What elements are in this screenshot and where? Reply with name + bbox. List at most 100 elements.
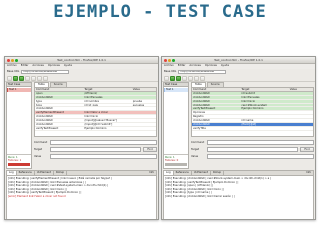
- log-tab[interactable]: Reference: [174, 171, 192, 175]
- menu-item[interactable]: Archivo: [7, 64, 17, 67]
- menu-item[interactable]: Ayuda: [64, 64, 72, 67]
- rollup-icon[interactable]: [37, 75, 42, 81]
- log-tab[interactable]: Rollup: [54, 171, 68, 175]
- table-cell: type: [36, 103, 42, 107]
- table-cell: clickAndWait: [193, 103, 210, 107]
- table-cell: [132, 92, 156, 95]
- target-input[interactable]: [50, 147, 141, 152]
- table-cell: clickAndWait: [36, 123, 53, 126]
- table-row[interactable]: verifyTextPresent Ejemplo Dominio: [35, 127, 156, 131]
- table-cell: clickAndWait: [36, 115, 53, 119]
- test-case-panel: Test Case Test 1 Runs: 1 Failures: 1: [6, 82, 32, 169]
- toolbar: [5, 75, 158, 82]
- table-cell: id=nombre: [84, 99, 99, 103]
- slide-heading: Ejemplo - Test case: [53, 2, 267, 22]
- form-label: Command: [34, 140, 48, 144]
- table-cell: [289, 107, 313, 110]
- table-cell: link=Inicio: [84, 115, 99, 119]
- menu-item[interactable]: Ayuda: [221, 64, 229, 67]
- column-header: Command: [36, 88, 50, 91]
- target-input[interactable]: [207, 147, 298, 152]
- record-icon[interactable]: [43, 75, 48, 81]
- table-cell: [132, 107, 156, 110]
- test-case-item[interactable]: Test 1: [164, 88, 188, 92]
- selenium-ide-window-failing: Test_control.htm - Firefox/IDE 1.0.1 Arch…: [4, 56, 159, 220]
- table-cell: clickAndWait: [193, 91, 210, 95]
- table-cell: [289, 123, 313, 126]
- test-case-header: Test Case: [7, 83, 31, 87]
- menu-item[interactable]: Editar: [21, 64, 29, 67]
- table-cell: clickAndWait: [193, 99, 210, 103]
- table-cell: clickAndWait: [193, 123, 210, 126]
- play-icon[interactable]: [176, 75, 181, 81]
- table-cell: Ejemplo Dominio: [84, 126, 107, 130]
- value-input[interactable]: [207, 154, 314, 159]
- step-icon[interactable]: [31, 75, 36, 81]
- speed-slider-icon[interactable]: [7, 75, 12, 81]
- command-form: Command Target Find Value: [34, 137, 157, 160]
- run-summary: Runs: 1 Failures: 0: [164, 154, 188, 168]
- find-button[interactable]: Find: [143, 147, 157, 152]
- play-all-icon[interactable]: [170, 75, 175, 81]
- play-all-icon[interactable]: [13, 75, 18, 81]
- command-input[interactable]: [207, 140, 314, 145]
- menu-item[interactable]: Acciones: [189, 64, 200, 67]
- base-url-input[interactable]: http://localhost/whatsnew: [178, 70, 227, 74]
- play-icon[interactable]: [19, 75, 24, 81]
- table-cell: id=id_pais: [84, 103, 98, 107]
- table-cell: open: [36, 91, 43, 95]
- step-icon[interactable]: [188, 75, 193, 81]
- test-case-item[interactable]: Test 1: [7, 88, 31, 92]
- toolbar: [162, 75, 315, 82]
- menu-item[interactable]: Opciones: [48, 64, 60, 67]
- table-cell: [240, 115, 288, 118]
- table-cell: link=Valor a clicar: [84, 111, 108, 115]
- rollup-icon[interactable]: [194, 75, 199, 81]
- table-row[interactable]: verifyTitle: [192, 127, 313, 131]
- log-output: [info] Executing: |clickAndWait | css=#b…: [163, 175, 314, 219]
- log-tab[interactable]: Rollup: [211, 171, 225, 175]
- table-cell: [240, 127, 288, 130]
- command-input[interactable]: [50, 140, 157, 145]
- table-cell: clickAndWait: [36, 95, 53, 99]
- menu-item[interactable]: Opciones: [205, 64, 217, 67]
- base-url-input[interactable]: http://localhost/whatsnew: [21, 70, 70, 74]
- table-cell: clickAndWait: [193, 119, 210, 123]
- info-dropdown[interactable]: Info: [304, 171, 313, 174]
- base-url-label: Base URL: [164, 70, 177, 74]
- pause-icon[interactable]: [182, 75, 187, 81]
- log-tab[interactable]: UI-Element: [35, 171, 55, 175]
- form-row: Value: [191, 153, 314, 160]
- log-tab[interactable]: Log: [7, 171, 17, 175]
- form-row: Target Find: [34, 146, 157, 153]
- progress-bar: [165, 163, 187, 167]
- tab-source[interactable]: Source: [206, 82, 224, 87]
- pause-icon[interactable]: [25, 75, 30, 81]
- table-cell: escuelas: [132, 103, 145, 107]
- table-cell: [289, 100, 313, 103]
- log-tab[interactable]: Log: [164, 171, 174, 175]
- record-icon[interactable]: [200, 75, 205, 81]
- tab-source[interactable]: Source: [49, 82, 67, 87]
- log-tab[interactable]: UI-Element: [192, 171, 212, 175]
- find-button[interactable]: Find: [300, 147, 314, 152]
- table-cell: [132, 115, 156, 118]
- table-cell: verifyTextPresent: [193, 107, 216, 111]
- value-input[interactable]: [50, 154, 157, 159]
- tab-table[interactable]: Table: [34, 82, 49, 87]
- table-cell: verifyElementPresent: [36, 111, 64, 115]
- menu-item[interactable]: Archivo: [164, 64, 174, 67]
- info-dropdown[interactable]: Info: [147, 171, 156, 174]
- table-cell: [132, 96, 156, 99]
- menu-item[interactable]: Acciones: [32, 64, 43, 67]
- tab-table[interactable]: Table: [191, 82, 206, 87]
- form-label: Value: [34, 154, 42, 158]
- menu-item[interactable]: Editar: [178, 64, 186, 67]
- table-cell: [132, 119, 156, 122]
- run-summary: Runs: 1 Failures: 1: [7, 154, 31, 168]
- base-url-label: Base URL: [7, 70, 20, 74]
- table-cell: id=name: [241, 119, 254, 123]
- speed-slider-icon[interactable]: [164, 75, 169, 81]
- table-cell: [289, 111, 313, 114]
- log-tab[interactable]: Reference: [17, 171, 35, 175]
